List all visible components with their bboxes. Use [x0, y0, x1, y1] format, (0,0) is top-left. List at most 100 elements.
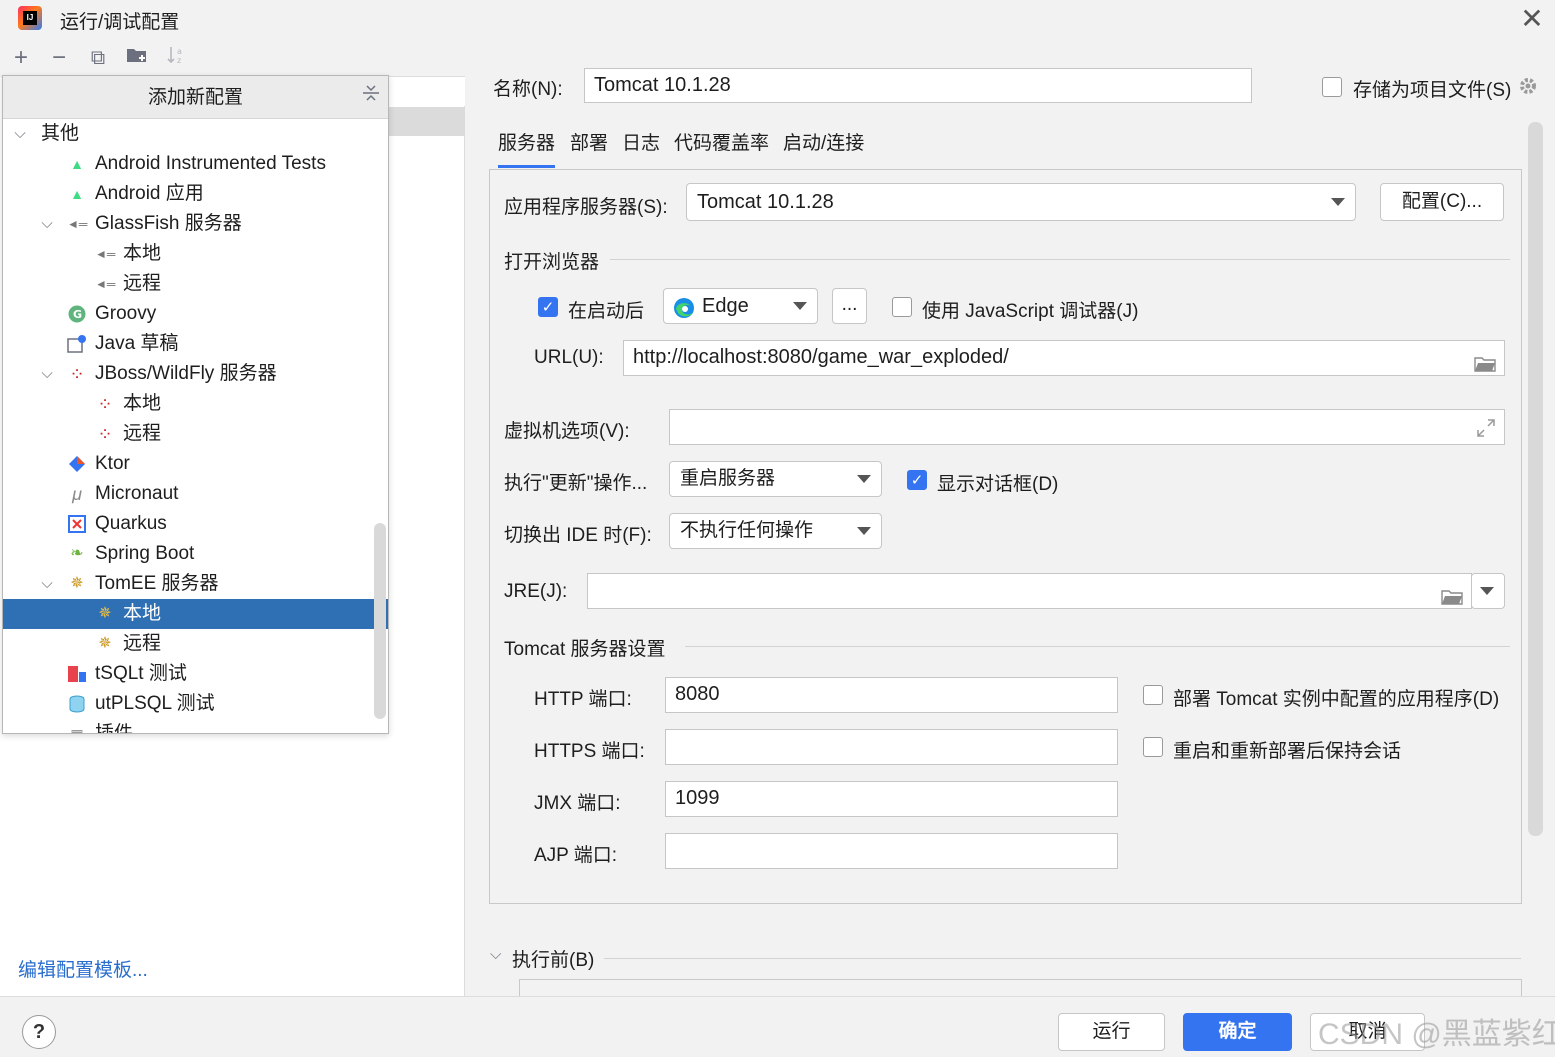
config-list-row[interactable] — [388, 76, 465, 106]
tab-deployment[interactable]: 部署 — [570, 132, 608, 168]
tree-item-label: GlassFish 服务器 — [95, 213, 242, 234]
app-server-dropdown[interactable]: Tomcat 10.1.28 — [686, 183, 1356, 221]
ajp-port-label: AJP 端口: — [534, 845, 618, 866]
ok-button[interactable]: 确定 — [1183, 1013, 1292, 1051]
ajp-port-input[interactable] — [665, 833, 1118, 869]
tree-item-glassfish-remote[interactable]: ◄═ 远程 — [3, 269, 373, 299]
https-port-input[interactable] — [665, 729, 1118, 765]
chevron-down-icon — [1331, 198, 1345, 206]
sort-icon[interactable]: az — [163, 44, 189, 72]
tree-item-android-instrumented-tests[interactable]: ▲ Android Instrumented Tests — [3, 149, 373, 179]
divider — [685, 646, 1510, 647]
tree-group-glassfish[interactable]: ⌵ ◄═ GlassFish 服务器 — [3, 209, 373, 239]
new-folder-icon[interactable] — [124, 44, 150, 72]
tree-item-tomee-remote[interactable]: ✵ 远程 — [3, 629, 373, 659]
remove-config-icon[interactable]: − — [46, 44, 72, 72]
run-button[interactable]: 运行 — [1058, 1013, 1165, 1051]
add-config-icon[interactable]: + — [8, 44, 34, 72]
tree-group-tomee[interactable]: ⌵ ✵ TomEE 服务器 — [3, 569, 373, 599]
android-icon: ▲ — [70, 186, 84, 202]
tree-item-label: 插件 — [95, 723, 134, 734]
chevron-down-icon[interactable]: ⌵ — [490, 946, 501, 963]
chevron-down-icon[interactable]: ⌵ — [39, 359, 55, 389]
jmx-port-input[interactable]: 1099 — [665, 781, 1118, 817]
tree-item-utplsql[interactable]: utPLSQL 测试 — [3, 689, 373, 719]
http-port-input[interactable]: 8080 — [665, 677, 1118, 713]
glassfish-icon: ◄═ — [95, 247, 116, 261]
editor-scrollbar[interactable] — [1528, 122, 1543, 836]
gear-icon[interactable] — [1518, 76, 1538, 102]
tree-item-jboss-remote[interactable]: ⁘ 远程 — [3, 419, 373, 449]
tree-group-jboss[interactable]: ⌵ ⁘ JBoss/WildFly 服务器 — [3, 359, 373, 389]
url-input[interactable]: http://localhost:8080/game_war_exploded/ — [623, 340, 1505, 376]
chevron-down-icon[interactable]: ⌵ — [39, 209, 55, 239]
tab-startup-connection[interactable]: 启动/连接 — [783, 132, 864, 168]
chevron-down-icon[interactable]: ⌵ — [12, 119, 28, 149]
browser-more-button[interactable]: ... — [832, 288, 867, 324]
browser-dropdown[interactable]: Edge — [663, 288, 818, 324]
tree-item-android-app[interactable]: ▲ Android 应用 — [3, 179, 373, 209]
tree-item-glassfish-local[interactable]: ◄═ 本地 — [3, 239, 373, 269]
tree-item-spring-boot[interactable]: ❧ Spring Boot — [3, 539, 373, 569]
tree-item-label: Quarkus — [95, 513, 167, 534]
app-server-value: Tomcat 10.1.28 — [697, 191, 834, 213]
tree-item-java-scratch[interactable]: Java 草稿 — [3, 329, 373, 359]
spring-boot-icon: ❧ — [70, 545, 84, 562]
name-input[interactable]: Tomcat 10.1.28 — [584, 68, 1252, 103]
jre-dropdown-button[interactable] — [1471, 573, 1505, 609]
preserve-sessions-checkbox[interactable] — [1143, 737, 1163, 757]
tab-code-coverage[interactable]: 代码覆盖率 — [674, 132, 769, 168]
quarkus-icon — [67, 515, 87, 533]
tree-item-tomee-local[interactable]: ✵ 本地 — [3, 599, 388, 629]
help-icon[interactable]: ? — [22, 1015, 56, 1049]
copy-config-icon[interactable]: ⧉ — [85, 44, 111, 72]
before-launch-label[interactable]: 执行前(B) — [512, 945, 594, 972]
glassfish-icon: ◄═ — [67, 217, 88, 231]
on-update-dropdown[interactable]: 重启服务器 — [669, 461, 882, 497]
tree-item-label: Android Instrumented Tests — [95, 153, 326, 174]
jre-input[interactable] — [587, 573, 1472, 609]
tree-item-label: 本地 — [123, 393, 162, 414]
config-list-row-selected[interactable] — [388, 107, 465, 136]
frame-deactivation-dropdown[interactable]: 不执行任何操作 — [669, 513, 882, 549]
show-dialog-checkbox[interactable]: ✓ — [907, 470, 927, 490]
chevron-down-icon[interactable]: ⌵ — [39, 569, 55, 599]
chevron-down-icon — [1480, 587, 1494, 595]
js-debugger-checkbox[interactable] — [892, 297, 912, 317]
tree-item-tsqlt[interactable]: tSQLt 测试 — [3, 659, 373, 689]
jboss-icon: ⁘ — [69, 364, 85, 384]
on-update-value: 重启服务器 — [680, 468, 776, 489]
tree-item-micronaut[interactable]: μ Micronaut — [3, 479, 373, 509]
vm-options-input[interactable] — [669, 409, 1505, 445]
store-as-project-file-checkbox[interactable] — [1322, 77, 1342, 97]
dialog-footer: ? 运行 确定 取消 CSDN @黑蓝紫红 — [0, 996, 1555, 1057]
deploy-configured-apps-checkbox[interactable] — [1143, 685, 1163, 705]
window-title: 运行/调试配置 — [60, 12, 180, 33]
folder-icon[interactable] — [1474, 350, 1496, 372]
svg-text:z: z — [177, 56, 181, 65]
intellij-logo-icon: IJ — [18, 6, 42, 30]
tomcat-settings-section: Tomcat 服务器设置 — [504, 639, 666, 660]
tree-item-groovy[interactable]: G Groovy — [3, 299, 373, 329]
edit-templates-link[interactable]: 编辑配置模板... — [18, 955, 148, 982]
app-server-label: 应用程序服务器(S): — [504, 197, 668, 218]
chevron-down-icon — [857, 475, 871, 483]
collapse-all-icon[interactable] — [362, 76, 380, 119]
micronaut-icon: μ — [72, 484, 82, 504]
divider — [604, 958, 1521, 959]
popup-scrollbar[interactable] — [374, 523, 386, 719]
cancel-button[interactable]: 取消 — [1310, 1013, 1425, 1051]
configure-button[interactable]: 配置(C)... — [1380, 183, 1504, 221]
tree-item-plugin[interactable]: ▦ 插件 — [3, 719, 373, 734]
folder-icon[interactable] — [1441, 583, 1463, 605]
tab-logs[interactable]: 日志 — [622, 132, 660, 168]
tab-server[interactable]: 服务器 — [498, 132, 555, 168]
close-icon[interactable]: ✕ — [1517, 2, 1547, 35]
title-bar: IJ 运行/调试配置 ✕ — [0, 0, 1555, 38]
tree-item-ktor[interactable]: Ktor — [3, 449, 373, 479]
tree-item-jboss-local[interactable]: ⁘ 本地 — [3, 389, 373, 419]
after-launch-checkbox[interactable]: ✓ — [538, 297, 558, 317]
tree-group-other[interactable]: ⌵ 其他 — [3, 119, 373, 149]
expand-icon[interactable] — [1476, 416, 1496, 449]
tree-item-quarkus[interactable]: Quarkus — [3, 509, 373, 539]
